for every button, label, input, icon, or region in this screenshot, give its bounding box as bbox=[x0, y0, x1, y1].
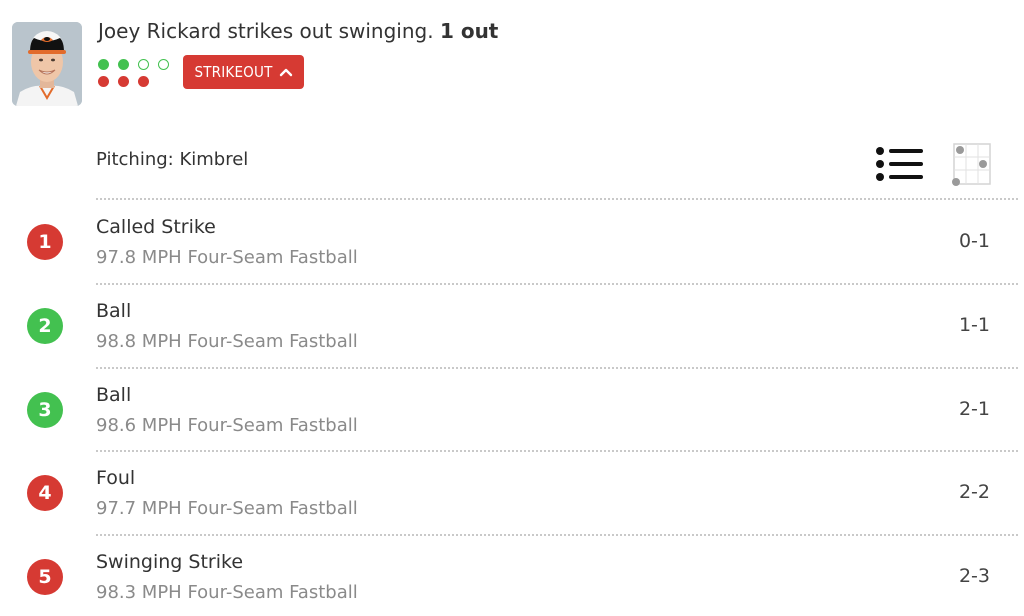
play-description-text: Joey Rickard strikes out swinging. bbox=[98, 19, 434, 43]
pitch-speed-type: 97.7 MPH Four-Seam Fastball bbox=[96, 498, 358, 520]
strikeout-badge-button[interactable]: STRIKEOUT bbox=[183, 55, 304, 89]
ball-dot bbox=[98, 59, 109, 70]
strike-dot bbox=[138, 76, 149, 87]
pitch-speed-type: 98.3 MPH Four-Seam Fastball bbox=[96, 582, 358, 604]
pitch-number-badge: 5 bbox=[27, 559, 63, 596]
result-badge-label: STRIKEOUT bbox=[194, 63, 273, 81]
pitch-count: 2-3 bbox=[958, 565, 990, 588]
ball-dot-empty bbox=[158, 59, 169, 70]
pitch-count: 2-1 bbox=[958, 397, 990, 420]
pitch-number-badge: 3 bbox=[27, 391, 63, 428]
strike-dot bbox=[98, 76, 109, 87]
ball-strike-indicator bbox=[98, 57, 174, 91]
pitch-row[interactable]: 2 Ball 98.8 MPH Four-Seam Fastball 1-1 bbox=[0, 284, 1024, 366]
list-view-button[interactable] bbox=[875, 145, 925, 183]
ball-dot bbox=[118, 59, 129, 70]
pitch-row[interactable]: 3 Ball 98.6 MPH Four-Seam Fastball 2-1 bbox=[0, 368, 1024, 450]
pitch-number-badge: 4 bbox=[27, 475, 63, 512]
list-icon bbox=[876, 147, 923, 181]
pitch-result: Foul bbox=[96, 467, 136, 490]
pitch-speed-type: 98.6 MPH Four-Seam Fastball bbox=[96, 414, 358, 436]
strike-zone-view-button[interactable] bbox=[950, 142, 992, 188]
pitch-number-badge: 1 bbox=[27, 224, 63, 260]
play-description: Joey Rickard strikes out swinging. 1 out bbox=[98, 19, 498, 43]
pitch-result: Swinging Strike bbox=[96, 551, 244, 574]
pitch-result: Ball bbox=[96, 299, 132, 322]
outs-count: 1 out bbox=[439, 19, 499, 43]
strike-zone-icon bbox=[952, 143, 991, 186]
pitch-count: 2-2 bbox=[958, 481, 990, 504]
pitch-row[interactable]: 5 Swinging Strike 98.3 MPH Four-Seam Fastb… bbox=[0, 535, 1024, 616]
ball-dot-empty bbox=[138, 59, 149, 70]
pitch-result: Called Strike bbox=[96, 216, 216, 238]
pitch-row[interactable]: 1 Called Strike 97.8 MPH Four-Seam Fastbal… bbox=[0, 200, 1024, 282]
pitch-count: 0-1 bbox=[958, 230, 990, 252]
player-avatar bbox=[12, 22, 82, 106]
pitch-row[interactable]: 4 Foul 97.7 MPH Four-Seam Fastball 2-2 bbox=[0, 451, 1024, 533]
pitch-speed-type: 98.8 MPH Four-Seam Fastball bbox=[96, 330, 358, 352]
pitch-result: Ball bbox=[96, 383, 132, 406]
chevron-up-icon bbox=[279, 67, 293, 77]
play-detail-panel: Joey Rickard strikes out swinging. 1 out… bbox=[0, 0, 1024, 616]
pitch-speed-type: 97.8 MPH Four-Seam Fastball bbox=[96, 247, 358, 268]
pitch-count: 1-1 bbox=[958, 313, 990, 336]
strike-dot bbox=[118, 76, 129, 87]
pitcher-label: Pitching: Kimbrel bbox=[96, 149, 249, 170]
pitch-number-badge: 2 bbox=[27, 307, 63, 344]
